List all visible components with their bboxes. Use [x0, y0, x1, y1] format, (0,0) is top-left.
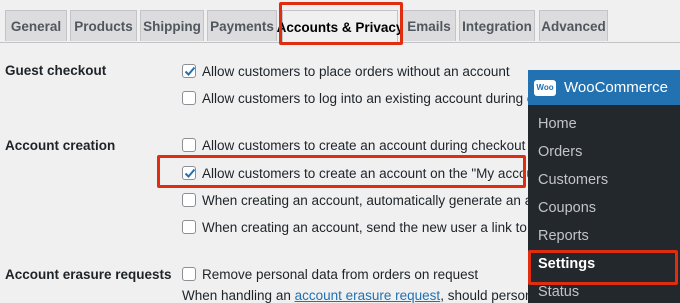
option-create-account-my-account[interactable]: Allow customers to create an account on …	[182, 164, 584, 182]
option-create-account-checkout[interactable]: Allow customers to create an account dur…	[182, 136, 525, 154]
checkbox[interactable]	[182, 166, 196, 180]
menu-item-orders[interactable]: Orders	[538, 144, 582, 160]
account-erasure-heading: Account erasure requests	[5, 267, 172, 282]
option-label: Allow customers to create an account dur…	[202, 137, 526, 153]
menu-title: WooCommerce	[564, 79, 668, 96]
admin-menu: Woo WooCommerce Home Orders Customers Co…	[528, 70, 680, 303]
guest-checkout-heading: Guest checkout	[5, 63, 107, 78]
desc-prefix: When handling an	[182, 288, 295, 303]
tab-shipping[interactable]: Shipping	[140, 10, 204, 41]
tab-general[interactable]: General	[5, 10, 67, 41]
menu-item-home[interactable]: Home	[538, 116, 577, 132]
checkbox[interactable]	[182, 220, 196, 234]
tab-payments[interactable]: Payments	[207, 10, 277, 41]
menu-item-status[interactable]: Status	[538, 284, 579, 300]
checkmark-icon	[184, 168, 196, 178]
settings-tab-bar: General Products Shipping Payments Accou…	[0, 0, 680, 43]
tab-products[interactable]: Products	[70, 10, 137, 41]
tab-emails[interactable]: Emails	[402, 10, 456, 41]
woo-logo-icon: Woo	[534, 79, 556, 96]
menu-item-settings[interactable]: Settings	[538, 256, 595, 272]
option-label: Allow customers to create an account on …	[202, 165, 584, 181]
menu-item-reports[interactable]: Reports	[538, 228, 589, 244]
option-label: Remove personal data from orders on requ…	[202, 266, 479, 282]
account-creation-heading: Account creation	[5, 138, 116, 153]
option-label: Allow customers to log into an existing …	[202, 90, 581, 106]
tab-advanced[interactable]: Advanced	[539, 10, 608, 41]
checkbox[interactable]	[182, 64, 196, 78]
tab-accounts-privacy[interactable]: Accounts & Privacy	[277, 10, 403, 43]
account-erasure-request-link[interactable]: account erasure request	[295, 288, 441, 303]
woocommerce-menu-header[interactable]: Woo WooCommerce	[528, 70, 680, 105]
option-remove-personal-data[interactable]: Remove personal data from orders on requ…	[182, 265, 478, 283]
menu-item-coupons[interactable]: Coupons	[538, 200, 596, 216]
option-place-orders-without-account[interactable]: Allow customers to place orders without …	[182, 62, 510, 80]
checkmark-icon	[184, 66, 196, 76]
checkbox[interactable]	[182, 138, 196, 152]
menu-item-customers[interactable]: Customers	[538, 172, 608, 188]
option-label: Allow customers to place orders without …	[202, 63, 510, 79]
checkbox[interactable]	[182, 91, 196, 105]
checkbox[interactable]	[182, 267, 196, 281]
checkbox[interactable]	[182, 193, 196, 207]
tab-integration[interactable]: Integration	[459, 10, 535, 41]
option-login-during-checkout[interactable]: Allow customers to log into an existing …	[182, 89, 581, 107]
